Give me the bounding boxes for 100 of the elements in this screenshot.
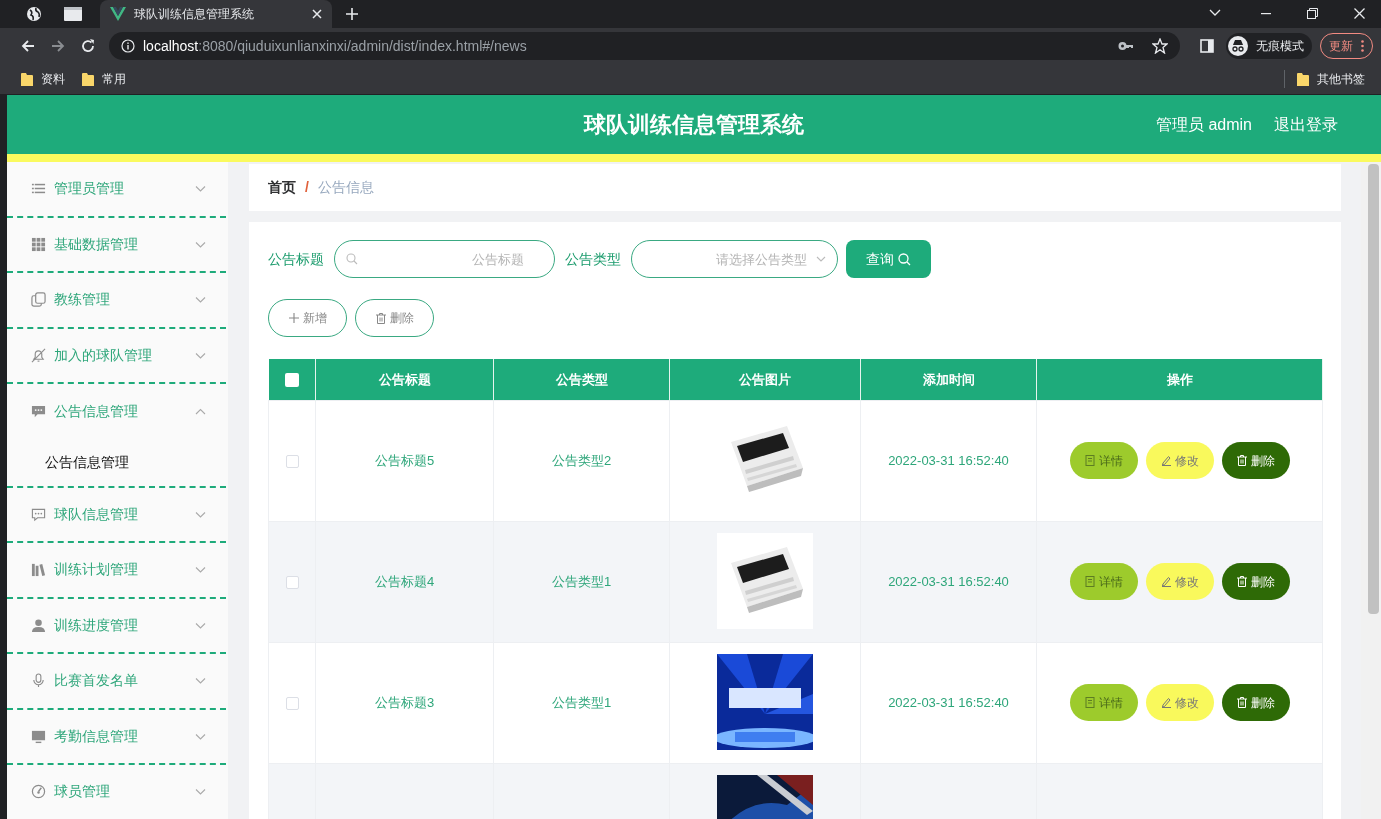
- tab-title: 球队训练信息管理系统: [134, 6, 255, 23]
- query-button[interactable]: 查询: [846, 240, 931, 278]
- monitor-icon: [31, 728, 46, 744]
- scrollbar-thumb[interactable]: [1368, 164, 1379, 614]
- field-label: 公告标题: [268, 249, 324, 269]
- select-field[interactable]: 请选择公告类型: [631, 240, 838, 278]
- breadcrumb-item: 公告信息: [317, 178, 374, 197]
- star-icon[interactable]: [1152, 38, 1168, 54]
- close-icon[interactable]: [1354, 8, 1365, 19]
- sidebar-item[interactable]: 教练管理: [7, 273, 226, 329]
- user-icon: [31, 617, 46, 633]
- edit-button[interactable]: 修改: [1145, 684, 1214, 721]
- app-title: 球队训练信息管理系统: [584, 111, 804, 139]
- bookmark[interactable]: 常用: [82, 70, 126, 88]
- pencil-icon: [1160, 697, 1171, 708]
- add-button[interactable]: 新增: [268, 299, 347, 337]
- checkbox[interactable]: [285, 696, 299, 710]
- checkbox[interactable]: [284, 373, 299, 388]
- breadcrumb-separator: /: [305, 178, 309, 197]
- breadcrumb-item[interactable]: 首页: [268, 177, 296, 198]
- profile-chip[interactable]: 无痕模式: [1226, 33, 1312, 59]
- minimize-icon[interactable]: [1261, 13, 1271, 15]
- v-logo-icon: [110, 7, 126, 21]
- microphone-icon: [31, 673, 46, 689]
- trash-icon: [1236, 576, 1247, 587]
- sidebar-item[interactable]: 球队信息管理: [7, 487, 226, 543]
- scrollbar[interactable]: [1361, 162, 1381, 819]
- bell-off-icon: [31, 347, 46, 363]
- key-icon[interactable]: [1118, 41, 1134, 51]
- trash-icon: [375, 312, 386, 324]
- column-header: 公告图片: [739, 371, 791, 387]
- sidebar-item[interactable]: 加入的球队管理: [7, 328, 226, 384]
- table-cell: 公告类型1: [493, 642, 670, 763]
- forward-icon[interactable]: [51, 39, 65, 53]
- restore-icon[interactable]: [1307, 8, 1318, 19]
- column-header: 添加时间: [922, 371, 975, 387]
- edit-button[interactable]: 修改: [1145, 563, 1214, 600]
- detail-button[interactable]: 详情: [1069, 442, 1138, 479]
- field-label: 公告类型: [565, 249, 621, 269]
- user-name: 管理员 admin: [1155, 114, 1252, 135]
- table-cell: 2022-03-31 16:52:40: [860, 400, 1037, 521]
- sidebar-item[interactable]: 训练进度管理: [7, 598, 226, 654]
- search-icon: [898, 252, 911, 266]
- detail-button[interactable]: 详情: [1069, 684, 1138, 721]
- detail-button[interactable]: 详情: [1069, 563, 1138, 600]
- bookmark[interactable]: 其他书签: [1284, 70, 1365, 88]
- bookmark[interactable]: 资料: [21, 70, 65, 88]
- sidebar-item[interactable]: 训练计划管理: [7, 543, 226, 599]
- column-header: 公告类型: [555, 371, 608, 387]
- checkbox[interactable]: [285, 454, 299, 468]
- checkbox[interactable]: [285, 575, 299, 589]
- edit-button[interactable]: 修改: [1145, 442, 1214, 479]
- grid-icon: [31, 236, 46, 252]
- search-field[interactable]: 公告标题: [334, 240, 555, 278]
- side-panel-icon[interactable]: [1200, 39, 1214, 53]
- plus-icon: [288, 313, 299, 323]
- close-icon[interactable]: [312, 9, 322, 19]
- bookshelf-icon: [31, 562, 46, 578]
- delete-button[interactable]: 删除: [1221, 563, 1290, 600]
- reload-icon[interactable]: [81, 39, 95, 53]
- document-icon: [1084, 576, 1095, 587]
- trash-icon: [1236, 455, 1247, 466]
- globe-icon[interactable]: [26, 6, 42, 22]
- sidebar-item[interactable]: 球员管理: [7, 765, 226, 819]
- table-cell: 公告标题4: [315, 521, 494, 642]
- chat-icon: [31, 506, 46, 522]
- table-cell: 公告标题3: [315, 642, 494, 763]
- delete-button[interactable]: 删除: [1221, 684, 1290, 721]
- sidebar-item[interactable]: 管理员管理: [7, 162, 226, 218]
- pencil-icon: [1160, 576, 1171, 587]
- sidebar-item[interactable]: 考勤信息管理: [7, 709, 226, 765]
- sidebar-item[interactable]: 公告信息管理: [7, 384, 226, 440]
- document-icon: [1084, 697, 1095, 708]
- browser-tab[interactable]: 球队训练信息管理系统: [100, 0, 332, 28]
- delete-button[interactable]: 删除: [355, 299, 434, 337]
- table-cell: 2022-03-31 16:52:40: [860, 521, 1037, 642]
- sidebar-item[interactable]: 比赛首发名单: [7, 654, 226, 710]
- table-cell: 2022-03-31 16:52:40: [860, 642, 1037, 763]
- document-icon: [1084, 455, 1095, 466]
- column-header: 公告标题: [378, 371, 431, 387]
- info-icon: [121, 39, 135, 53]
- new-tab-icon[interactable]: [346, 8, 358, 20]
- chevron-down-icon[interactable]: [1209, 9, 1221, 16]
- table-cell: 公告类型1: [493, 521, 670, 642]
- folder-icon: [1297, 72, 1309, 86]
- delete-button[interactable]: 删除: [1221, 442, 1290, 479]
- submenu-item[interactable]: 公告信息管理: [7, 439, 226, 488]
- column-header: 操作: [1166, 371, 1193, 387]
- pencil-icon: [1160, 455, 1171, 466]
- folder-icon: [21, 72, 33, 86]
- sidebar-item[interactable]: 基础数据管理: [7, 217, 226, 273]
- more-icon: [1361, 40, 1364, 52]
- trash-icon: [1236, 697, 1247, 708]
- back-icon[interactable]: [21, 39, 35, 53]
- chevron-down-icon: [816, 256, 826, 262]
- table-cell: 公告类型2: [493, 400, 670, 521]
- search-icon: [346, 253, 358, 265]
- incognito-icon: [1228, 36, 1248, 56]
- logout-link[interactable]: 退出登录: [1274, 112, 1338, 137]
- gauge-icon: [31, 784, 46, 800]
